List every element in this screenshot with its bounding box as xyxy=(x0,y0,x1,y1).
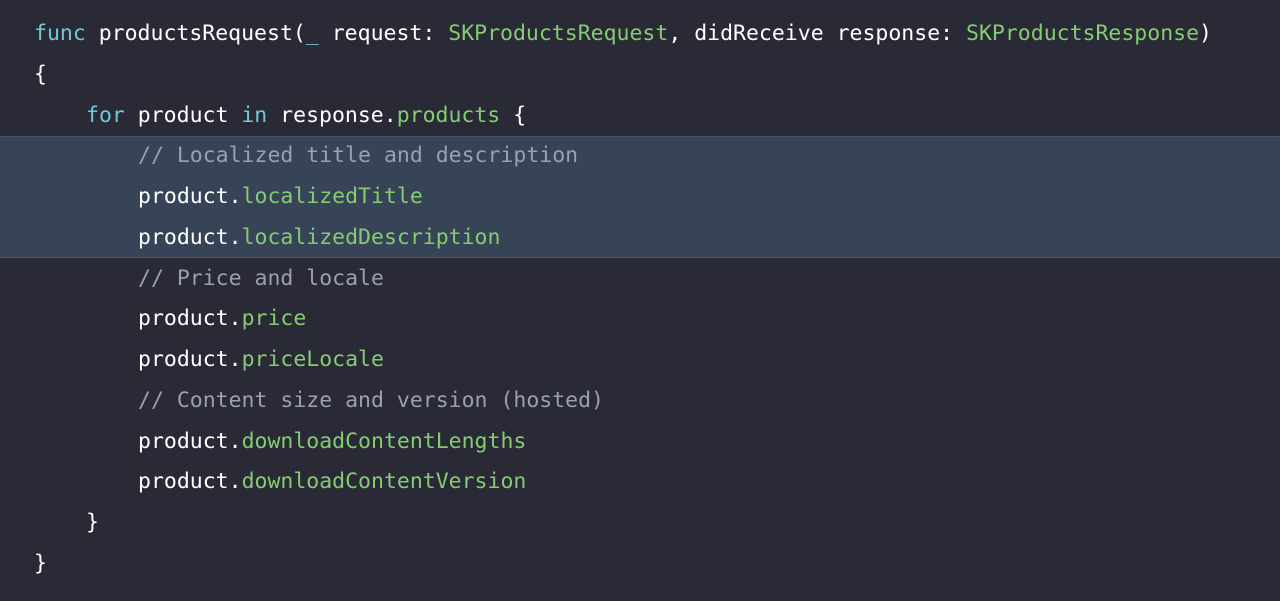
code-line-5: product.localizedTitle xyxy=(0,177,1280,218)
keyword-for: for xyxy=(86,102,125,128)
code-line-1: func productsRequest(_ request: SKProduc… xyxy=(0,14,1280,55)
keyword-in: in xyxy=(241,102,268,128)
function-name: productsRequest( xyxy=(85,21,306,46)
code-block: func productsRequest(_ request: SKProduc… xyxy=(0,14,1280,585)
loop-variable: product xyxy=(124,102,242,128)
function-close-brace: } xyxy=(34,550,47,576)
code-line-6: product.localizedDescription xyxy=(0,218,1280,259)
code-line-11: product.downloadContentLengths xyxy=(0,422,1280,463)
property-price: price xyxy=(241,306,307,332)
code-line-14: } xyxy=(0,544,1280,585)
property-products: products xyxy=(396,102,501,128)
product-object: product. xyxy=(138,469,242,495)
param-request: request: xyxy=(318,21,449,46)
code-line-10: // Content size and version (hosted) xyxy=(0,381,1280,422)
code-line-13: } xyxy=(0,503,1280,544)
comment-localized: // Localized title and description xyxy=(138,143,579,169)
code-line-7: // Price and locale xyxy=(0,259,1280,300)
close-paren: ) xyxy=(1199,21,1212,46)
code-line-4: // Localized title and description xyxy=(0,136,1280,177)
code-editor: func productsRequest(_ request: SKProduc… xyxy=(0,0,1280,601)
loop-close-brace: } xyxy=(86,510,99,535)
property-downloadcontentversion: downloadContentVersion xyxy=(241,469,527,495)
code-line-3: for product in response.products { xyxy=(0,96,1280,137)
code-line-2: { xyxy=(0,55,1280,96)
property-localizedtitle: localizedTitle xyxy=(241,184,423,209)
property-localizeddescription: localizedDescription xyxy=(241,224,501,250)
open-brace: { xyxy=(34,61,47,87)
property-pricelocale: priceLocale xyxy=(241,347,384,372)
product-object: product. xyxy=(138,347,242,372)
code-line-12: product.downloadContentVersion xyxy=(0,462,1280,503)
product-object: product. xyxy=(138,224,242,250)
product-object: product. xyxy=(138,428,242,454)
product-object: product. xyxy=(138,306,242,332)
param-response: , didReceive response: xyxy=(668,21,967,46)
type-skproductsrequest: SKProductsRequest xyxy=(448,21,669,46)
product-object: product. xyxy=(138,184,242,209)
type-skproductsresponse: SKProductsResponse xyxy=(966,21,1200,46)
code-line-8: product.price xyxy=(0,299,1280,340)
comment-content: // Content size and version (hosted) xyxy=(138,387,604,413)
loop-open-brace: { xyxy=(500,102,527,128)
comment-price: // Price and locale xyxy=(138,265,384,291)
keyword-func: func xyxy=(34,21,86,46)
underscore-label: _ xyxy=(305,21,319,46)
code-line-9: product.priceLocale xyxy=(0,340,1280,381)
property-downloadcontentlengths: downloadContentLengths xyxy=(241,428,527,454)
response-object: response. xyxy=(267,102,397,128)
